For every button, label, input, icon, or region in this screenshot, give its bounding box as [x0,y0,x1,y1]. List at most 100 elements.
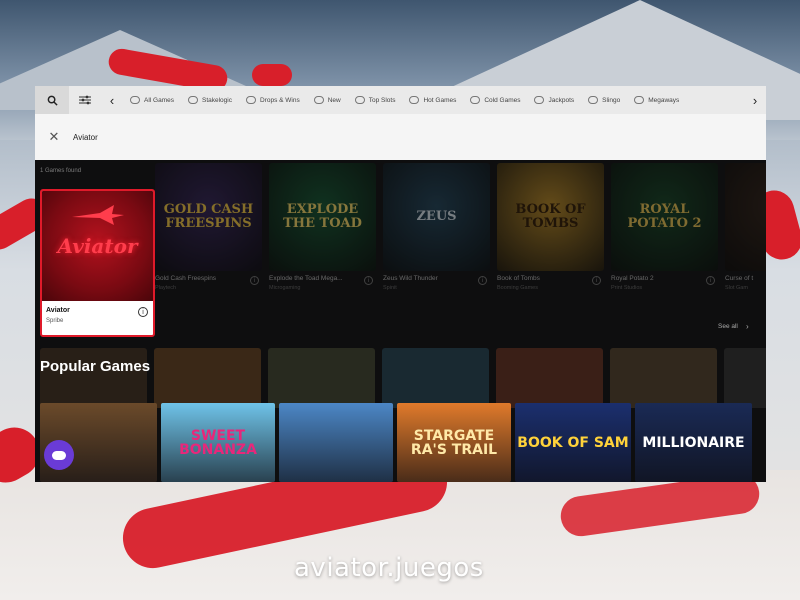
game-meta: Royal Potato 2 Print Studios i [611,271,718,301]
game-name: Curse of t [725,275,754,282]
game-art-title: GOLD CASH FREESPINS [163,202,254,231]
game-name: Aviator [46,307,70,314]
category-icon [534,96,545,104]
tab-cold-games[interactable]: Cold Games [463,86,527,114]
category-tabs: All Games Stakelogic Drops & Wins New Top Sl… [123,86,744,114]
game-art-title: ROYAL POTATO 2 [627,202,702,231]
tab-top-slots[interactable]: Top Slots [348,86,403,114]
game-name: Royal Potato 2 [611,275,654,282]
search-bar: ✕ Aviator [35,114,766,160]
game-thumbnail[interactable]: EXPLODE THE TOAD [269,163,376,271]
game-art-title: EXPLODE THE TOAD [283,202,362,231]
tab-jackpots[interactable]: Jackpots [527,86,581,114]
tab-label: Top Slots [368,96,396,104]
results-count: 1 Games found [40,168,82,174]
info-icon[interactable]: i [138,307,148,317]
tab-label: Stakelogic [201,96,232,104]
info-icon[interactable]: i [592,276,601,285]
popular-game-tile[interactable]: BOOK OF SAM [515,403,631,482]
tab-all-games[interactable]: All Games [123,86,181,114]
chat-icon [52,450,66,460]
category-icon [245,96,256,104]
chevron-right-icon[interactable]: › [746,322,749,331]
game-thumbnail[interactable] [268,348,375,408]
popular-game-tile[interactable]: STARGATE RA'S TRAIL [397,403,511,482]
info-icon[interactable]: i [364,276,373,285]
tab-drops-wins[interactable]: Drops & Wins [239,86,307,114]
game-row: GOLD CASH FREESPINS Gold Cash Freespins Pl… [155,163,766,301]
aviator-game-card[interactable]: Aviator Aviator Spribe i [40,189,155,337]
tab-megaways[interactable]: Megaways [627,86,686,114]
close-icon[interactable]: ✕ [35,129,73,145]
search-input[interactable]: Aviator [73,133,98,142]
tab-label: Cold Games [484,96,521,104]
game-thumbnail[interactable] [725,163,766,271]
game-thumbnail[interactable] [610,348,717,408]
sliders-icon [79,95,91,105]
category-icon [187,96,198,104]
info-icon[interactable]: i [250,276,259,285]
category-icon [130,96,140,104]
game-provider: Spribe [46,318,64,324]
watermark: aviator.juegos [294,553,484,583]
game-art-title: SWEET BONANZA [179,427,257,458]
popular-game-tile[interactable] [279,403,393,482]
plane-wing [252,64,292,86]
aviator-meta: Aviator Spribe i [42,301,153,330]
filter-button[interactable] [69,86,101,114]
chevron-right-icon[interactable]: › [744,86,766,114]
aviator-logo: Aviator [57,234,138,258]
popular-game-tile[interactable]: SWEET BONANZA [161,403,275,482]
tab-label: Slingo [602,96,621,104]
game-thumbnail[interactable]: GOLD CASH FREESPINS [155,163,262,271]
tab-stakelogic[interactable]: Stakelogic [181,86,239,114]
tab-hot-games[interactable]: Hot Games [402,86,463,114]
plane-icon [71,205,124,225]
search-button[interactable] [35,86,69,114]
game-provider: Playtech [155,285,177,291]
category-nav: ‹ All Games Stakelogic Drops & Wins New Top … [35,86,766,114]
see-all-link[interactable]: See all [718,323,738,330]
popular-game-tile[interactable]: MILLIONAIRE [635,403,752,482]
game-meta: Explode the Toad Mega... Microgaming i [269,271,376,301]
game-meta: Gold Cash Freespins Playtech i [155,271,262,301]
game-thumbnail[interactable]: ZEUS [383,163,490,271]
tab-label: New [327,96,341,104]
game-thumbnail[interactable] [724,348,766,408]
game-tile[interactable]: ZEUS Zeus Wild Thunder Spinit i [383,163,490,301]
chat-button[interactable] [44,440,74,470]
tab-label: Hot Games [423,96,457,104]
game-thumbnail[interactable]: ROYAL POTATO 2 [611,163,718,271]
casino-app: ‹ All Games Stakelogic Drops & Wins New Top … [35,86,766,482]
popular-games-row: SWEET BONANZA STARGATE RA'S TRAIL BOOK OF … [40,403,756,482]
game-tile[interactable]: Curse of tSlot Gami [725,163,766,301]
game-thumbnail[interactable] [154,348,261,408]
chevron-left-icon[interactable]: ‹ [101,86,123,114]
game-tile[interactable]: EXPLODE THE TOAD Explode the Toad Mega...… [269,163,376,301]
game-tile[interactable]: ROYAL POTATO 2 Royal Potato 2 Print Studio… [611,163,718,301]
info-icon[interactable]: i [706,276,715,285]
game-art-title: BOOK OF TOMBS [515,202,586,231]
game-thumbnail[interactable]: BOOK OF TOMBS [497,163,604,271]
popular-row-background [40,348,766,408]
category-icon [470,96,481,104]
info-icon[interactable]: i [478,276,487,285]
game-tile[interactable]: BOOK OF TOMBS Book of Tombs Booming Games i [497,163,604,301]
tab-label: All Games [144,96,174,104]
game-name: Gold Cash Freespins [155,275,217,282]
tab-new[interactable]: New [307,86,348,114]
game-name: Explode the Toad Mega... [269,275,343,282]
game-provider: Booming Games [497,285,538,291]
game-thumbnail[interactable] [496,348,603,408]
game-tile[interactable]: GOLD CASH FREESPINS Gold Cash Freespins Pl… [155,163,262,301]
tab-slingo[interactable]: Slingo [581,86,627,114]
category-icon [313,96,324,104]
game-meta: Book of Tombs Booming Games i [497,271,604,301]
category-icon [634,96,645,104]
game-thumbnail[interactable] [40,348,147,408]
category-icon [409,96,420,104]
game-provider: Slot Gam [725,285,748,291]
tab-label: Jackpots [548,96,575,104]
aviator-thumbnail[interactable]: Aviator [42,191,153,301]
game-thumbnail[interactable] [382,348,489,408]
